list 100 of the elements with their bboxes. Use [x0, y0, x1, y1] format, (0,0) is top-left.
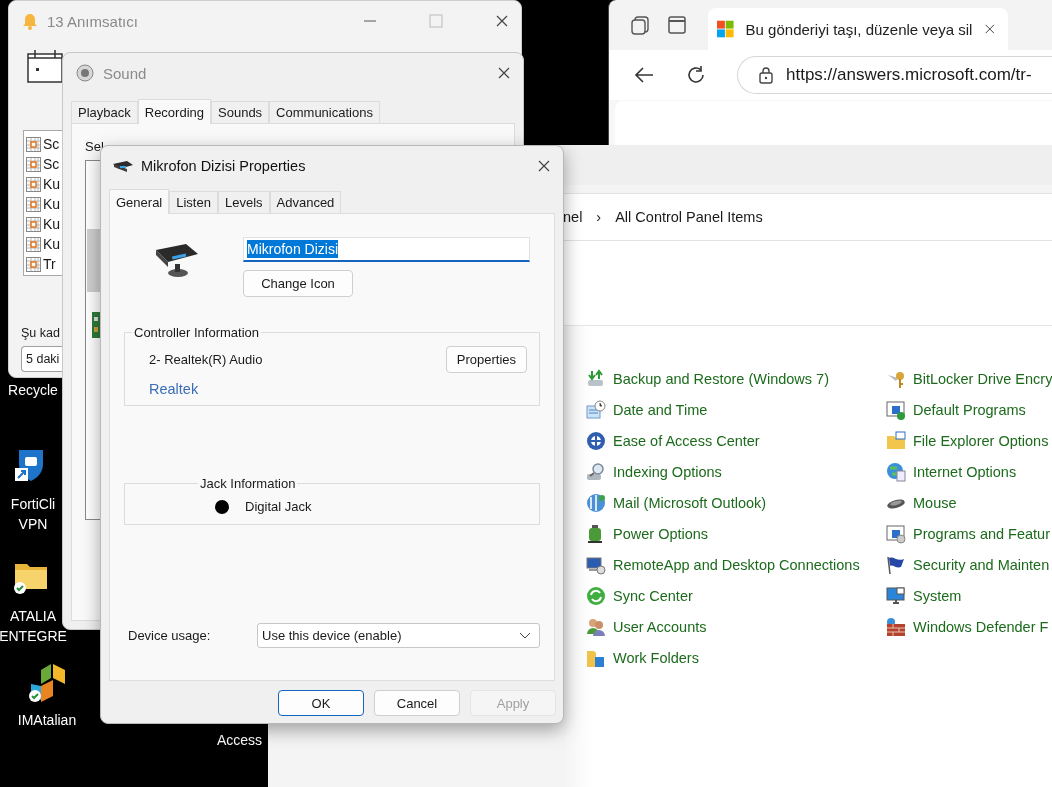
tab[interactable]: Sounds [211, 101, 270, 123]
blocks-icon [27, 662, 67, 702]
reminder-list[interactable]: Sc Sc Ku Ku Ku Ku Tr [23, 130, 62, 276]
tabs-icon[interactable] [629, 14, 651, 36]
close-icon[interactable] [984, 22, 996, 36]
dialog-button[interactable]: OK [278, 690, 364, 716]
list-item[interactable]: Ku [43, 176, 61, 192]
url-text: https://answers.microsoft.com/tr- [786, 65, 1032, 85]
tab[interactable]: Playback [71, 101, 138, 123]
device-usage-dropdown[interactable]: Use this device (enable) [257, 623, 540, 648]
calendar-icon [26, 216, 41, 232]
control-panel-link[interactable]: RemoteApp and Desktop Connections [613, 556, 860, 573]
icon-label: ATALIA [9, 607, 57, 626]
controller-name: 2- Realtek(R) Audio [149, 352, 263, 367]
field-label: Şu kad [21, 326, 61, 340]
field-label: Device usage: [128, 628, 212, 643]
microphone-icon [154, 242, 200, 278]
icon-label: VPN [18, 515, 48, 534]
control-panel-link[interactable]: File Explorer Options [913, 432, 1049, 449]
jack-label: Digital Jack [245, 499, 312, 514]
close-icon[interactable] [495, 14, 509, 28]
change-icon-button[interactable]: Change Icon [243, 270, 353, 297]
refresh-icon[interactable] [685, 64, 707, 86]
window-title: Mikrofon Dizisi Properties [141, 158, 307, 174]
control-panel-link[interactable]: BitLocker Drive Encry [913, 370, 1052, 387]
icon-label: FortiCli [10, 495, 56, 514]
list-item[interactable]: Tr [43, 256, 56, 272]
list-item[interactable]: Sc [43, 136, 60, 152]
icon-label: IMAtalian [17, 711, 77, 730]
users-icon [586, 616, 606, 637]
control-panel-link[interactable]: System [913, 587, 962, 604]
close-icon[interactable] [537, 159, 551, 173]
instruction-text: Sel [85, 140, 105, 154]
breadcrumb-separator: › [596, 209, 602, 225]
control-panel-link[interactable]: Mouse [913, 494, 957, 511]
calendar-icon [26, 136, 41, 152]
control-panel-link[interactable]: Indexing Options [613, 463, 722, 480]
tab[interactable]: Advanced [269, 191, 342, 213]
icon-label: Access [216, 731, 262, 750]
accessibility-icon [586, 430, 606, 451]
globe-icon [586, 492, 606, 513]
window-title: 13 Anımsatıcı [47, 12, 139, 30]
brick-wall-icon [886, 616, 906, 637]
control-panel-link[interactable]: Work Folders [613, 649, 699, 666]
list-item[interactable]: Sc [43, 156, 60, 172]
list-item[interactable]: Ku [43, 196, 61, 212]
list-item[interactable]: Ku [43, 216, 61, 232]
vendor-link[interactable]: Realtek [149, 381, 199, 397]
calendar-icon [26, 256, 41, 272]
dialog-button[interactable]: Cancel [374, 690, 460, 716]
calendar-icon [26, 156, 41, 172]
control-panel-link[interactable]: Programs and Featur [913, 525, 1050, 542]
icon-label: Recycle [8, 381, 58, 400]
monitor-icon [886, 585, 906, 606]
name-field[interactable]: Mikrofon Dizisi [243, 237, 530, 262]
control-panel-link[interactable]: Windows Defender F [913, 618, 1049, 635]
speaker-icon [75, 63, 95, 83]
sync-icon [586, 585, 606, 606]
address-bar[interactable]: https://answers.microsoft.com/tr- [737, 56, 1052, 94]
breadcrumb-item[interactable]: nel [563, 209, 583, 225]
control-panel-link[interactable]: Sync Center [613, 587, 693, 604]
window-check-icon [886, 399, 906, 420]
icon-label: ENTEGRE [0, 627, 67, 646]
close-icon[interactable] [497, 66, 511, 80]
calendar-clock-icon [586, 399, 606, 420]
tab[interactable]: Recording [137, 99, 211, 124]
chevron-down-icon [519, 631, 531, 640]
window-title: Sound [103, 64, 148, 82]
globe-icon [886, 461, 906, 482]
calendar-icon [27, 49, 63, 83]
control-panel-link[interactable]: Backup and Restore (Windows 7) [613, 370, 829, 387]
browser-tab[interactable]: Bu gönderiyi taşı, düzenle veya sil [708, 8, 1008, 50]
control-panel-link[interactable]: Internet Options [913, 463, 1017, 480]
tab[interactable]: Listen [169, 191, 218, 213]
control-panel-link[interactable]: Default Programs [913, 401, 1026, 418]
sidebar-icon[interactable] [666, 14, 688, 36]
control-panel-link[interactable]: Security and Mainten [913, 556, 1050, 573]
calendar-icon [26, 196, 41, 212]
snooze-dropdown[interactable]: 5 daki [21, 346, 62, 372]
bell-icon [21, 12, 39, 30]
magnifier-icon [586, 461, 606, 482]
breadcrumb-item[interactable]: All Control Panel Items [615, 209, 763, 225]
control-panel-link[interactable]: Ease of Access Center [613, 432, 760, 449]
properties-button[interactable]: Properties [445, 346, 527, 373]
group-title: Jack Information [199, 476, 297, 491]
computer-icon [586, 554, 606, 575]
tab[interactable]: Communications [269, 101, 380, 123]
logo-icon [717, 19, 734, 39]
tab[interactable]: Levels [217, 191, 270, 213]
control-panel-link[interactable]: User Accounts [613, 618, 707, 635]
lock-icon [758, 66, 774, 84]
control-panel-link[interactable]: Date and Time [613, 401, 708, 418]
calendar-icon [26, 236, 41, 252]
control-panel-link[interactable]: Power Options [613, 525, 709, 542]
control-panel-link[interactable]: Mail (Microsoft Outlook) [613, 494, 767, 511]
backup-icon [586, 368, 606, 389]
list-item[interactable]: Ku [43, 236, 61, 252]
tab[interactable]: General [109, 189, 170, 214]
calendar-icon [26, 176, 41, 192]
folder-icon [886, 430, 906, 451]
